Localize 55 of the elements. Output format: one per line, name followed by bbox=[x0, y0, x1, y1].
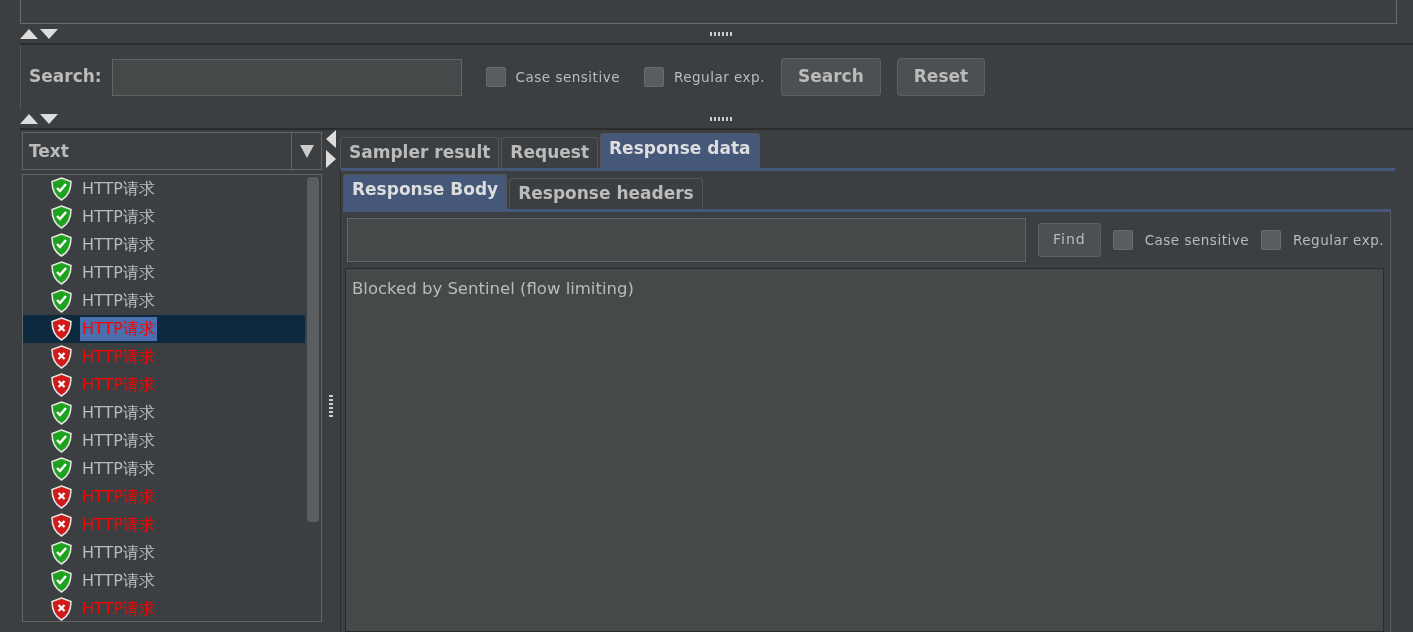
error-shield-icon bbox=[51, 485, 72, 509]
checkbox[interactable] bbox=[485, 67, 506, 87]
tab[interactable]: Request bbox=[501, 137, 599, 168]
result-row[interactable]: HTTP请求 bbox=[23, 175, 305, 203]
success-shield-icon bbox=[51, 177, 72, 201]
result-row[interactable]: HTTP请求 bbox=[23, 287, 305, 315]
reset-button[interactable]: Reset bbox=[896, 58, 986, 96]
renderer-dropdown[interactable]: Text bbox=[22, 132, 322, 170]
find-field[interactable] bbox=[347, 218, 1026, 262]
error-shield-icon bbox=[51, 373, 72, 397]
tab[interactable]: Response headers bbox=[509, 178, 703, 209]
error-shield-icon bbox=[51, 597, 72, 621]
grip-icon[interactable] bbox=[710, 30, 732, 37]
result-row[interactable]: HTTP请求 bbox=[23, 203, 305, 231]
result-row[interactable]: HTTP请求 bbox=[23, 259, 305, 287]
tab[interactable]: Sampler result bbox=[340, 137, 500, 168]
collapse-arrows-icon[interactable] bbox=[20, 113, 58, 124]
grip-icon[interactable] bbox=[328, 395, 334, 417]
success-shield-icon bbox=[51, 261, 72, 285]
success-shield-icon bbox=[51, 569, 72, 593]
find-button[interactable]: Find bbox=[1037, 223, 1101, 257]
success-shield-icon bbox=[51, 457, 72, 481]
result-row[interactable]: HTTP请求 bbox=[23, 539, 305, 567]
result-row[interactable]: HTTP请求 bbox=[23, 455, 305, 483]
grip-icon[interactable] bbox=[710, 115, 732, 122]
success-shield-icon bbox=[51, 233, 72, 257]
checkbox[interactable] bbox=[1261, 230, 1281, 250]
search-label: Search: bbox=[29, 65, 102, 89]
collapse-arrows-icon[interactable] bbox=[20, 28, 58, 39]
response-text: Blocked by Sentinel (flow limiting) bbox=[352, 279, 634, 298]
dropdown-arrow-icon bbox=[299, 144, 314, 158]
success-shield-icon bbox=[51, 289, 72, 313]
checkbox-label: Regular exp. bbox=[1293, 230, 1384, 250]
checkbox[interactable] bbox=[643, 67, 664, 87]
error-shield-icon bbox=[51, 317, 72, 341]
result-row[interactable]: HTTP请求 bbox=[23, 567, 305, 595]
checkbox-label: Regular exp. bbox=[673, 67, 765, 87]
tab[interactable]: Response data bbox=[600, 133, 760, 168]
search-field[interactable] bbox=[111, 58, 462, 96]
error-shield-icon bbox=[51, 345, 72, 369]
result-row[interactable]: HTTP请求 bbox=[23, 399, 305, 427]
collapse-arrows-icon[interactable] bbox=[326, 130, 336, 168]
scrollbar-thumb[interactable] bbox=[307, 177, 319, 522]
success-shield-icon bbox=[51, 541, 72, 565]
success-shield-icon bbox=[51, 429, 72, 453]
checkbox[interactable] bbox=[1112, 230, 1133, 250]
result-row[interactable]: HTTP请求 bbox=[23, 231, 305, 259]
tab[interactable]: Response Body bbox=[343, 174, 508, 209]
error-shield-icon bbox=[51, 513, 72, 537]
success-shield-icon bbox=[51, 401, 72, 425]
checkbox-label: Case sensitive bbox=[1144, 230, 1249, 250]
checkbox-label: Case sensitive bbox=[515, 67, 620, 87]
result-row[interactable]: HTTP请求 bbox=[23, 427, 305, 455]
search-button[interactable]: Search bbox=[780, 58, 881, 96]
success-shield-icon bbox=[51, 205, 72, 229]
